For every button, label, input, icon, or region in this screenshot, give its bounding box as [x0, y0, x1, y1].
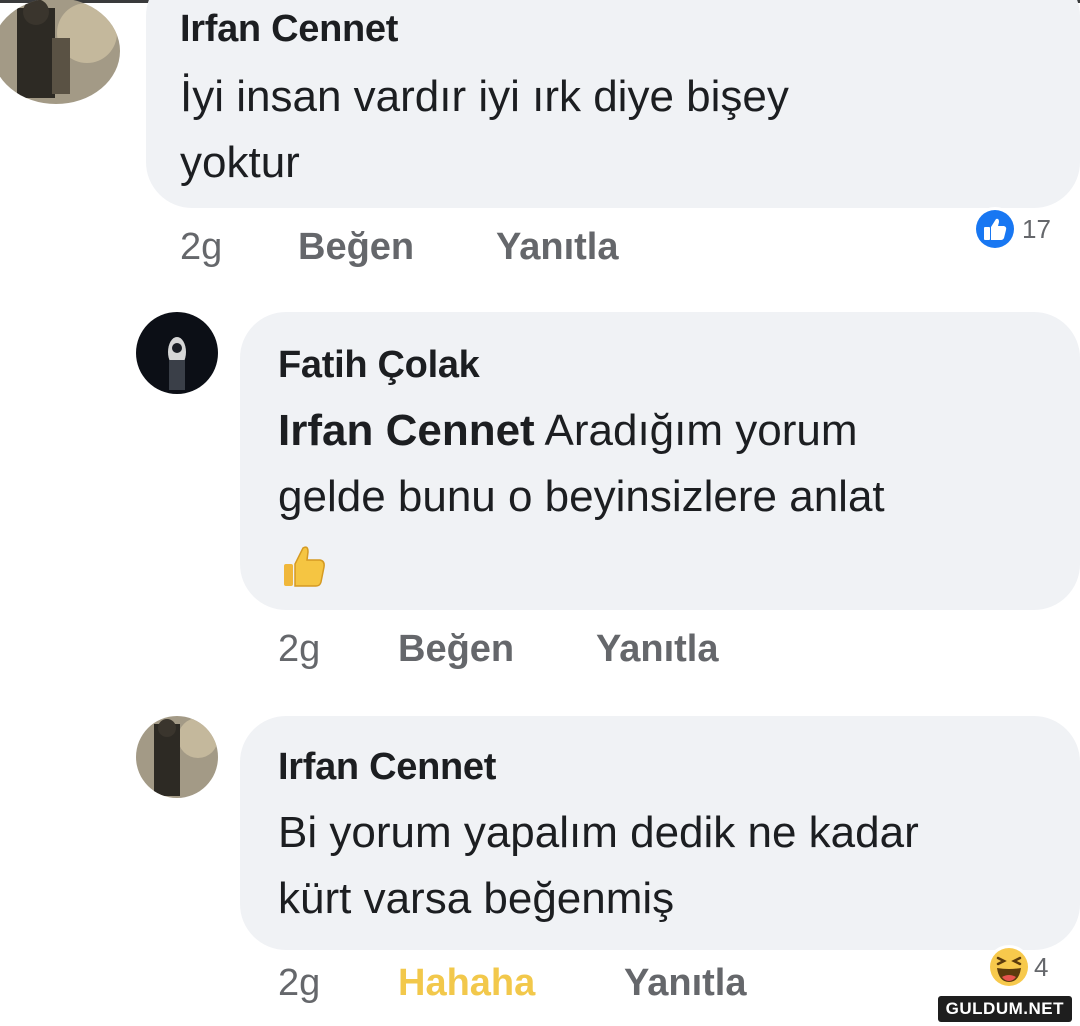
reaction-count: 17	[1022, 213, 1051, 244]
like-button[interactable]: Beğen	[398, 628, 514, 671]
comment-text-line: İyi insan vardır iyi ırk diye bişey	[180, 72, 789, 121]
comment-time[interactable]: 2g	[180, 226, 222, 269]
avatar[interactable]	[0, 0, 120, 104]
avatar[interactable]	[136, 716, 218, 798]
comment-text-line: gelde bunu o beyinsizlere anlat	[278, 472, 885, 521]
comment-time[interactable]: 2g	[278, 628, 320, 671]
avatar-image	[136, 716, 218, 798]
reply-button[interactable]: Yanıtla	[624, 962, 747, 1005]
avatar-image	[0, 0, 120, 104]
comment-text-line: Bi yorum yapalım dedik ne kadar	[278, 808, 919, 857]
avatar[interactable]	[136, 312, 218, 394]
comment-time[interactable]: 2g	[278, 962, 320, 1005]
thumbs-up-emoji-icon	[280, 540, 328, 590]
haha-reaction-button[interactable]: Hahaha	[398, 962, 535, 1005]
mention-link[interactable]: Irfan Cennet	[278, 406, 535, 455]
reaction-summary[interactable]: 17	[972, 206, 1051, 252]
comment-text-rest: Aradığım yorum	[534, 406, 858, 455]
comment-text-line: Irfan Cennet Aradığım yorum	[278, 398, 857, 464]
comment-author[interactable]: Irfan Cennet	[180, 8, 398, 51]
reaction-count: 4	[1034, 951, 1049, 982]
reply-button[interactable]: Yanıtla	[496, 226, 619, 269]
watermark-label: GULDUM.NET	[937, 996, 1072, 1022]
avatar-image	[136, 312, 218, 394]
like-button[interactable]: Beğen	[298, 226, 414, 269]
reaction-summary[interactable]: 4	[986, 944, 1048, 990]
like-icon	[972, 206, 1018, 252]
comment-author[interactable]: Irfan Cennet	[278, 746, 496, 789]
reply-button[interactable]: Yanıtla	[596, 628, 719, 671]
comment-author[interactable]: Fatih Çolak	[278, 344, 480, 387]
comment-text-line: yoktur	[180, 138, 300, 187]
comment-text-line: kürt varsa beğenmiş	[278, 874, 675, 923]
haha-icon	[986, 944, 1032, 990]
